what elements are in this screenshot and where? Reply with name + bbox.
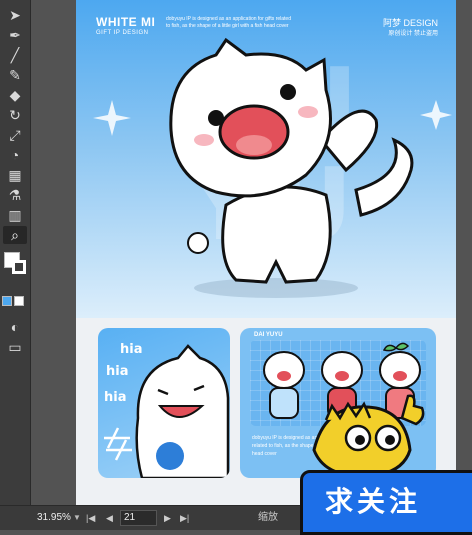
eraser-tool-icon[interactable]: ◆ <box>3 86 27 104</box>
hero-panel: DU YU WHITE MI GIFT IP DESIGN dobyuyu IP… <box>76 0 456 318</box>
cat-blush <box>298 106 318 118</box>
stroke-swatch[interactable] <box>12 260 26 274</box>
scale-tool-icon[interactable]: ⤢ <box>3 126 27 144</box>
gradient-tool-icon[interactable]: ▦ <box>3 166 27 184</box>
sticker-card: hia hia hia <box>98 328 230 478</box>
brush-tool-icon[interactable]: ✎ <box>3 66 27 84</box>
cat-shadow <box>194 278 358 298</box>
screen-mode-icon[interactable]: ▭ <box>3 338 27 356</box>
sparkle-icon <box>420 100 452 130</box>
lineup-title: DAI YUYU <box>254 332 283 338</box>
cat-paw-ball <box>187 232 209 254</box>
cat-mascot-illustration <box>93 37 452 298</box>
sparkle-icon <box>93 100 131 136</box>
illustrator-window: ➤ ✒ ╱ ✎ ◆ ↻ ⤢ ◔ ▦ ⚗ ▥ ⌕ ◐ ▭ DU YU WHITE … <box>0 0 472 535</box>
first-artboard-button[interactable]: |◀ <box>86 511 95 525</box>
gradient-mode-icon[interactable] <box>14 296 24 306</box>
previous-artboard-button[interactable]: ◀ <box>106 511 113 525</box>
follow-request-text: 求关注 <box>325 485 422 518</box>
zoom-level[interactable]: 31.95% <box>37 511 71 525</box>
cat-tongue <box>236 135 272 155</box>
artboard-number-input[interactable]: 21 <box>120 510 157 526</box>
chart-tool-icon[interactable]: ▥ <box>3 206 27 224</box>
fish-mascot-sticker <box>312 394 425 478</box>
zoom-tool-icon[interactable]: ⌕ <box>3 226 27 244</box>
cat-eye-right <box>280 84 296 100</box>
thumbs-up-icon <box>400 394 425 426</box>
next-artboard-button[interactable]: ▶ <box>164 511 171 525</box>
cat-body <box>221 185 332 284</box>
cat-variant-blue-outfit <box>263 351 305 419</box>
direct-select-tool-icon[interactable]: ➤ <box>3 6 27 24</box>
cat-blush <box>194 134 214 146</box>
shape-builder-tool-icon[interactable]: ◔ <box>3 146 27 164</box>
pen-tool-icon[interactable]: ✒ <box>3 26 27 44</box>
zoom-dropdown-chevron-icon[interactable]: ▼ <box>73 511 81 525</box>
cat-eye-left <box>208 110 224 126</box>
eyedropper-tool-icon[interactable]: ⚗ <box>3 186 27 204</box>
draw-mode-icon[interactable]: ◐ <box>3 318 27 336</box>
tools-panel: ➤ ✒ ╱ ✎ ◆ ↻ ⤢ ◔ ▦ ⚗ ▥ ⌕ ◐ ▭ <box>0 0 31 505</box>
color-mode-icon[interactable] <box>2 296 12 306</box>
last-artboard-button[interactable]: ▶| <box>180 511 189 525</box>
canvas-area[interactable]: DU YU WHITE MI GIFT IP DESIGN dobyuyu IP… <box>31 0 472 505</box>
laughing-cat-illustration <box>104 344 230 478</box>
status-tool-label: 缩放 <box>258 512 278 523</box>
rotate-tool-icon[interactable]: ↻ <box>3 106 27 124</box>
line-tool-icon[interactable]: ╱ <box>3 46 27 64</box>
